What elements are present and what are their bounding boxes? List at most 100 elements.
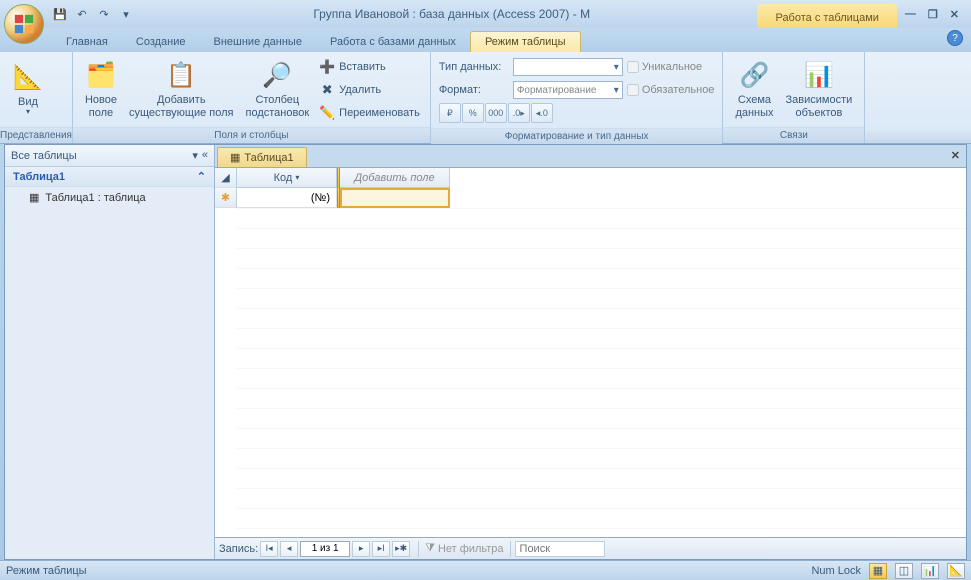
tab-datasheet[interactable]: Режим таблицы [470,31,581,52]
undo-icon[interactable]: ↶ [72,4,92,24]
document-area: ▦ Таблица1 ✕ ◢ Код Добавить поле ✱ (№) З… [215,145,966,559]
filter-indicator[interactable]: ⧩Нет фильтра [418,541,510,557]
contextual-tab-group: Работа с таблицами [757,4,896,28]
title-bar: 💾 ↶ ↷ ▾ Группа Ивановой : база данных (A… [0,0,971,28]
save-icon[interactable]: 💾 [50,4,70,24]
lookup-icon: 🔎 [262,60,292,92]
new-field-button[interactable]: 🗂️ Новое поле [79,56,123,124]
tab-home[interactable]: Главная [52,32,122,52]
last-record-button[interactable]: ▸I [372,541,390,557]
add-field-column[interactable]: Добавить поле [340,168,450,188]
group-views-label: Представления [0,127,72,143]
quick-access-toolbar: 💾 ↶ ↷ ▾ [50,4,136,24]
next-record-button[interactable]: ▸ [352,541,370,557]
object-dependencies-button[interactable]: 📊 Зависимости объектов [780,56,859,124]
design-view-shortcut[interactable]: 📐 [947,563,965,579]
lookup-column-button[interactable]: 🔎 Столбец подстановок [240,56,316,124]
prev-record-button[interactable]: ◂ [280,541,298,557]
rename-icon: ✏️ [319,105,335,121]
chart-view-shortcut[interactable]: 📊 [921,563,939,579]
collapse-group-icon[interactable]: ⌃ [197,170,206,183]
add-existing-icon: 📋 [166,60,196,92]
relationships-label: Схема данных [735,94,773,118]
increase-decimals-button[interactable]: .0▸ [508,103,530,123]
help-button[interactable]: ? [947,30,963,46]
office-button[interactable] [4,4,44,44]
datasheet-view-icon: 📐 [13,62,43,94]
column-header-id[interactable]: Код [237,168,337,188]
group-fields-columns: 🗂️ Новое поле 📋 Добавить существующие по… [73,52,431,143]
format-label: Формат: [439,84,509,96]
status-mode: Режим таблицы [6,565,87,577]
table-icon: ▦ [29,191,39,204]
first-record-button[interactable]: I◂ [260,541,278,557]
required-checkbox[interactable]: Обязательное [627,84,715,96]
active-cell[interactable] [340,188,450,208]
insert-button[interactable]: ➕Вставить [315,56,424,78]
currency-format-button[interactable]: ₽ [439,103,461,123]
datasheet-view-shortcut[interactable]: ▦ [869,563,887,579]
datatype-label: Тип данных: [439,61,509,73]
new-field-label: Новое поле [85,94,117,118]
content-area: Все таблицы ▾« Таблица1 ⌃ ▦ Таблица1 : т… [4,144,967,560]
record-position-input[interactable] [300,541,350,557]
unique-checkbox[interactable]: Уникальное [627,61,702,73]
group-fields-label: Поля и столбцы [73,127,430,143]
document-tabs: ▦ Таблица1 ✕ [215,145,966,167]
tab-create[interactable]: Создание [122,32,200,52]
delete-button[interactable]: ✖Удалить [315,79,424,101]
group-formatting-label: Форматирование и тип данных [431,128,723,144]
dependencies-icon: 📊 [804,60,834,92]
search-input[interactable] [515,541,605,557]
group-relationships-label: Связи [723,127,864,143]
minimize-button[interactable]: — [905,8,916,21]
thousands-format-button[interactable]: 000 [485,103,507,123]
datatype-combo[interactable] [513,58,623,76]
nav-item-table1[interactable]: ▦ Таблица1 : таблица [5,187,214,208]
select-all-cell[interactable]: ◢ [215,168,237,188]
tab-external-data[interactable]: Внешние данные [200,32,316,52]
record-navigator: Запись: I◂ ◂ ▸ ▸I ▸✱ ⧩Нет фильтра [215,537,966,559]
datasheet[interactable]: ◢ Код Добавить поле ✱ (№) [215,167,966,537]
record-label: Запись: [219,543,258,555]
format-combo[interactable]: Форматирование [513,81,623,99]
ribbon: 📐 Вид ▾ Представления 🗂️ Новое поле 📋 До… [0,52,971,144]
rename-button[interactable]: ✏️Переименовать [315,102,424,124]
nav-group-header[interactable]: Таблица1 ⌃ [5,167,214,187]
pivot-view-shortcut[interactable]: ◫ [895,563,913,579]
nav-pane-header[interactable]: Все таблицы ▾« [5,145,214,167]
dependencies-label: Зависимости объектов [786,94,853,118]
decrease-decimals-button[interactable]: ◂.0 [531,103,553,123]
new-record-button[interactable]: ▸✱ [392,541,410,557]
window-controls: — ❐ ✕ [897,8,967,21]
group-formatting: Тип данных: Уникальное Формат: Форматиро… [431,52,724,143]
view-button[interactable]: 📐 Вид ▾ [6,56,50,124]
cell-id-new[interactable]: (№) [237,188,337,208]
add-existing-label: Добавить существующие поля [129,94,234,118]
close-button[interactable]: ✕ [950,8,959,21]
qat-customize-icon[interactable]: ▾ [116,4,136,24]
close-document-button[interactable]: ✕ [951,149,960,162]
navigation-pane: Все таблицы ▾« Таблица1 ⌃ ▦ Таблица1 : т… [5,145,215,559]
row-selector-new[interactable]: ✱ [215,188,237,208]
group-views: 📐 Вид ▾ Представления [0,52,73,143]
new-field-icon: 🗂️ [86,60,116,92]
add-existing-fields-button[interactable]: 📋 Добавить существующие поля [123,56,240,124]
percent-format-button[interactable]: % [462,103,484,123]
doc-tab-table1[interactable]: ▦ Таблица1 [217,147,307,167]
table-icon: ▦ [230,151,240,164]
nav-collapse-icon[interactable]: « [202,149,208,162]
maximize-button[interactable]: ❐ [928,8,938,21]
relationships-button[interactable]: 🔗 Схема данных [729,56,779,124]
tab-database-tools[interactable]: Работа с базами данных [316,32,470,52]
nav-dropdown-icon[interactable]: ▾ [192,149,198,162]
filter-icon: ⧩ [425,542,435,555]
numlock-indicator: Num Lock [811,565,861,577]
insert-icon: ➕ [319,59,335,75]
lookup-label: Столбец подстановок [246,94,310,118]
redo-icon[interactable]: ↷ [94,4,114,24]
ribbon-tabs: Главная Создание Внешние данные Работа с… [0,28,971,52]
relationships-icon: 🔗 [740,60,770,92]
delete-icon: ✖ [319,82,335,98]
group-relationships: 🔗 Схема данных 📊 Зависимости объектов Св… [723,52,865,143]
